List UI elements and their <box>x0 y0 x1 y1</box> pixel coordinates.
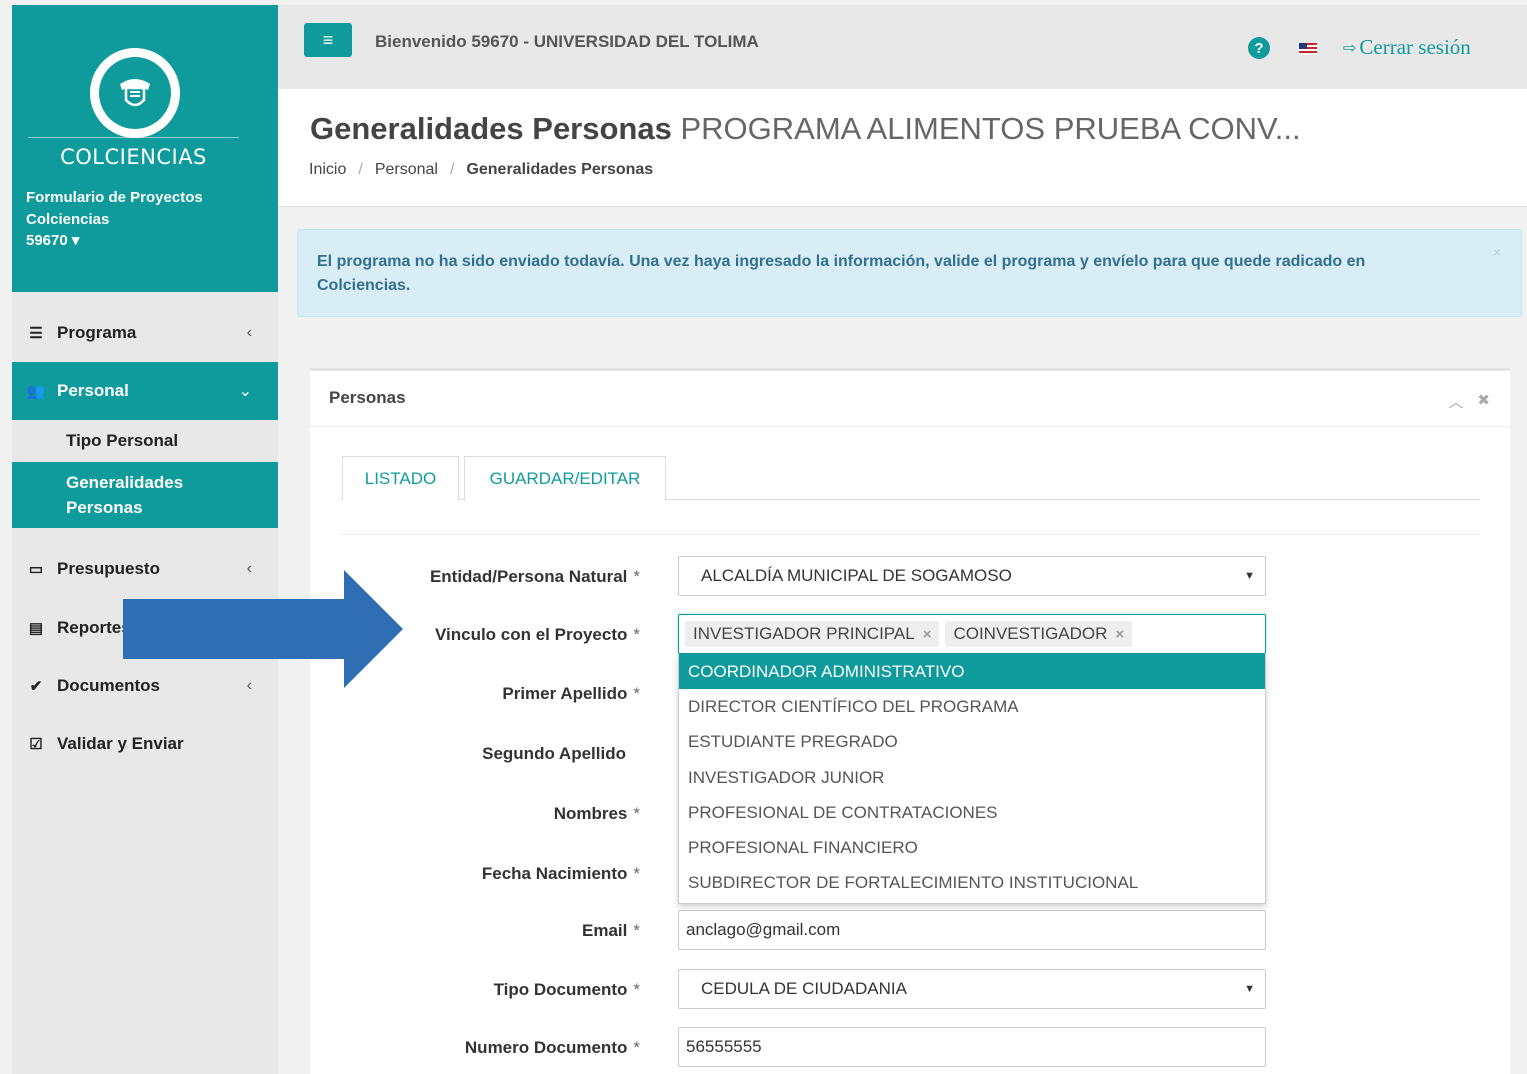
numero-documento-field[interactable]: 56555555 <box>678 1027 1266 1067</box>
selected-tag: INVESTIGADOR PRINCIPAL × <box>685 621 940 647</box>
tipo-documento-select[interactable]: CEDULA DE CIUDADANIA ▼ <box>678 969 1266 1009</box>
close-icon[interactable]: × <box>1493 244 1501 260</box>
breadcrumb-personal[interactable]: Personal <box>375 161 438 179</box>
check-circle-icon: ✔ <box>29 678 43 695</box>
dropdown-option[interactable]: DIRECTOR CIENTÍFICO DEL PROGRAMA <box>679 689 1265 724</box>
welcome-text: Bienvenido 59670 - UNIVERSIDAD DEL TOLIM… <box>375 32 759 51</box>
coat-of-arms-icon <box>120 79 150 107</box>
dropdown-option[interactable]: ESTUDIANTE PREGRADO <box>679 725 1265 760</box>
sidebar-item-validar-enviar[interactable]: ☑ Validar y Enviar <box>12 715 278 773</box>
personas-panel: Personas ︿ ✖ LISTADO GUARDAR/EDITAR Enti… <box>310 368 1510 1074</box>
alert-message: El programa no ha sido enviado todavía. … <box>317 253 1366 294</box>
file-icon: ▤ <box>28 620 44 637</box>
dropdown-option[interactable]: COORDINADOR ADMINISTRATIVO <box>679 654 1265 690</box>
breadcrumb-inicio[interactable]: Inicio <box>309 161 346 179</box>
dropdown-option[interactable]: SUBDIRECTOR DE FORTALECIMIENTO INSTITUCI… <box>679 866 1265 901</box>
sidebar-item-label: Validar y Enviar <box>57 734 184 753</box>
dropdown-option[interactable]: PROFESIONAL DE CONTRATACIONES <box>679 795 1265 830</box>
check-square-icon: ☑ <box>29 736 43 753</box>
sidebar-subitem-generalidades-personas[interactable]: Generalidades Personas <box>12 462 278 528</box>
top-navbar: ≡ Bienvenido 59670 - UNIVERSIDAD DEL TOL… <box>278 5 1527 89</box>
brand-name: COLCIENCIAS <box>60 145 207 169</box>
chevron-left-icon: ‹ <box>246 324 252 341</box>
sidebar-subitem-tipo-personal[interactable]: Tipo Personal <box>12 420 278 462</box>
users-icon: 👥 <box>26 383 46 400</box>
nombres-label: Nombres * <box>553 804 640 823</box>
breadcrumb: Inicio / Personal / Generalidades Person… <box>309 161 654 179</box>
selected-tag: COINVESTIGADOR × <box>945 621 1133 647</box>
vinculo-multiselect[interactable]: INVESTIGADOR PRINCIPAL × COINVESTIGADOR × <box>678 614 1266 654</box>
remove-tag-icon[interactable]: × <box>1115 626 1124 643</box>
sidebar-item-programa[interactable]: ☰ Programa ‹ <box>12 304 278 362</box>
chevron-up-icon[interactable]: ︿ <box>1448 391 1463 412</box>
logout-label: Cerrar sesión <box>1359 35 1471 59</box>
email-label: Email * <box>582 921 640 940</box>
page-title: Generalidades Personas PROGRAMA ALIMENTO… <box>310 111 1301 147</box>
remove-tag-icon[interactable]: × <box>923 626 932 643</box>
numero-documento-label: Numero Documento * <box>464 1038 640 1057</box>
annotation-arrow-icon <box>123 570 403 688</box>
help-icon[interactable]: ? <box>1248 37 1270 59</box>
page-title-program: PROGRAMA ALIMENTOS PRUEBA CONV... <box>680 111 1301 146</box>
vinculo-options-dropdown: COORDINADOR ADMINISTRATIVO DIRECTOR CIEN… <box>678 654 1266 904</box>
sidebar: COLCIENCIAS Formulario de Proyectos Colc… <box>12 5 278 1074</box>
brand-subtitle: Formulario de Proyectos Colciencias <box>26 189 203 228</box>
page-header: Generalidades Personas PROGRAMA ALIMENTO… <box>278 89 1527 207</box>
segundo-apellido-label: Segundo Apellido <box>482 744 626 763</box>
user-dropdown[interactable]: 59670 ▾ <box>26 231 79 249</box>
menu-toggle-button[interactable]: ≡ <box>304 23 352 57</box>
tab-listado[interactable]: LISTADO <box>342 456 459 500</box>
dropdown-option[interactable]: PROFESIONAL FINANCIERO <box>679 830 1265 865</box>
tipo-documento-label: Tipo Documento * <box>493 980 640 999</box>
money-icon: ▭ <box>28 561 44 578</box>
tab-bar: LISTADO GUARDAR/EDITAR <box>340 456 1480 501</box>
fecha-nacimiento-label: Fecha Nacimiento * <box>481 864 640 883</box>
breadcrumb-current: Generalidades Personas <box>466 161 654 178</box>
hamburger-icon: ≡ <box>322 29 334 50</box>
close-icon[interactable]: ✖ <box>1477 391 1490 412</box>
entidad-select[interactable]: ALCALDÍA MUNICIPAL DE SOGAMOSO ▼ <box>678 556 1266 596</box>
sidebar-item-personal[interactable]: 👥 Personal ⌄ <box>12 362 278 420</box>
tab-guardar-editar[interactable]: GUARDAR/EDITAR <box>464 456 666 501</box>
colombia-seal-logo <box>90 48 180 138</box>
caret-down-icon: ▼ <box>1244 570 1255 582</box>
us-flag-icon[interactable] <box>1299 43 1317 55</box>
brand-panel: COLCIENCIAS Formulario de Proyectos Colc… <box>12 5 278 292</box>
dropdown-option[interactable]: INVESTIGADOR JUNIOR <box>679 760 1265 795</box>
logout-link[interactable]: ⇨ Cerrar sesión <box>1343 35 1471 60</box>
panel-title: Personas <box>329 388 406 407</box>
caret-down-icon: ▼ <box>1244 983 1255 995</box>
page-title-main: Generalidades Personas <box>310 111 672 146</box>
email-field[interactable]: anclago@gmail.com <box>678 910 1266 950</box>
sign-out-icon: ⇨ <box>1343 38 1357 57</box>
sidebar-item-label: Reportes <box>57 618 131 637</box>
sidebar-item-label: Programa <box>57 323 137 342</box>
chevron-down-icon: ⌄ <box>238 383 252 400</box>
sidebar-item-label: Personal <box>57 381 129 400</box>
list-icon: ☰ <box>29 325 43 342</box>
info-alert: El programa no ha sido enviado todavía. … <box>297 229 1522 317</box>
